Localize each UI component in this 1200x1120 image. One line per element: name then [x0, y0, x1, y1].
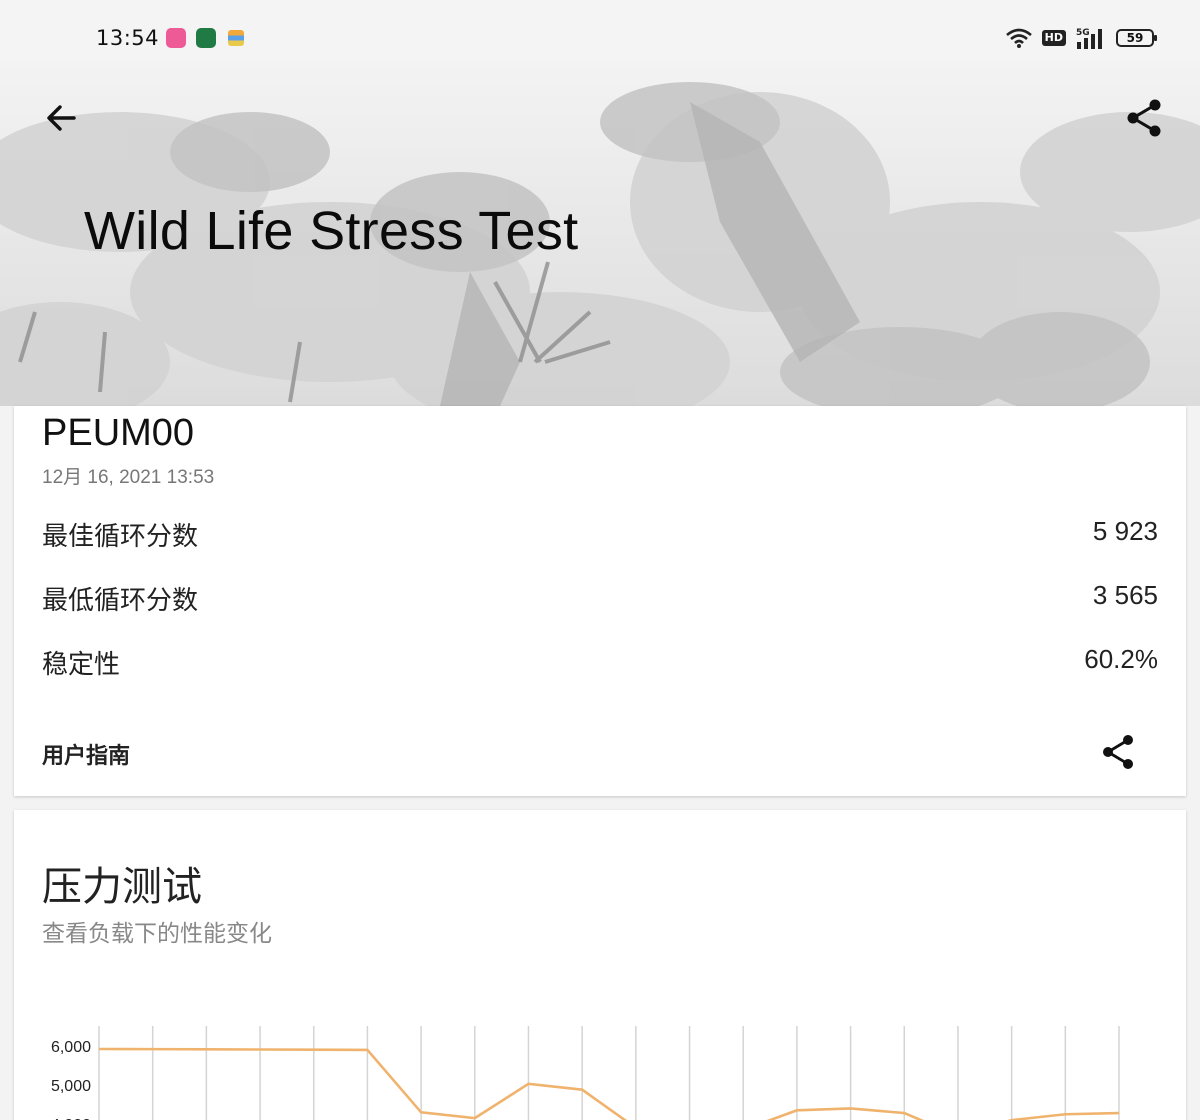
result-value: 60.2% [1084, 644, 1158, 674]
page-title: Wild Life Stress Test [84, 201, 579, 261]
status-bar: 13:54 HD 5G 59 [0, 0, 1200, 62]
result-label: 稳定性 [42, 650, 121, 680]
oppo-app-icon [196, 28, 216, 48]
results-card: PEUM00 12月 16, 2021 13:53 最佳循环分数 5 923 最… [14, 406, 1186, 796]
result-label: 最佳循环分数 [42, 522, 199, 552]
battery-indicator: 59 [1116, 29, 1157, 47]
test-date: 12月 16, 2021 13:53 [42, 467, 215, 488]
section-title: 压力测试 [42, 864, 202, 910]
stress-line-chart: 6,0005,0004,000 [51, 1026, 1120, 1120]
chart-series-line [98, 1047, 1120, 1120]
status-indicators: HD 5G 59 [1005, 26, 1157, 50]
status-time: 13:54 [96, 26, 160, 50]
y-tick-label: 6,000 [51, 1039, 91, 1056]
y-tick-label: 5,000 [51, 1078, 91, 1095]
signal-icon: 5G [1076, 28, 1102, 49]
result-row-best: 最佳循环分数 5 923 [42, 516, 1158, 556]
stress-test-card: 压力测试 查看负载下的性能变化 6,0005,0004,000 [14, 810, 1186, 1120]
wallet-app-icon [228, 30, 244, 46]
user-guide-row[interactable]: 用户指南 [42, 732, 1158, 776]
share-icon[interactable] [1098, 732, 1138, 772]
svg-text:5G: 5G [1076, 28, 1090, 38]
user-guide-link[interactable]: 用户指南 [42, 738, 130, 770]
screen: 13:54 HD 5G 59 Wild Life Stress Test PEU… [0, 0, 1200, 1120]
wifi-icon [1005, 28, 1032, 48]
result-value: 5 923 [1092, 516, 1158, 546]
share-icon[interactable] [1122, 96, 1166, 140]
device-name: PEUM00 [42, 412, 195, 454]
back-arrow-icon[interactable] [40, 96, 84, 140]
result-label: 最低循环分数 [42, 586, 199, 616]
result-row-lowest: 最低循环分数 3 565 [42, 580, 1158, 620]
section-subtitle: 查看负载下的性能变化 [42, 921, 272, 947]
result-value: 3 565 [1092, 580, 1158, 610]
result-row-stability: 稳定性 60.2% [42, 644, 1158, 684]
hd-badge: HD [1041, 30, 1066, 46]
hero-header: Wild Life Stress Test [0, 62, 1200, 406]
bilibili-app-icon [166, 28, 186, 48]
